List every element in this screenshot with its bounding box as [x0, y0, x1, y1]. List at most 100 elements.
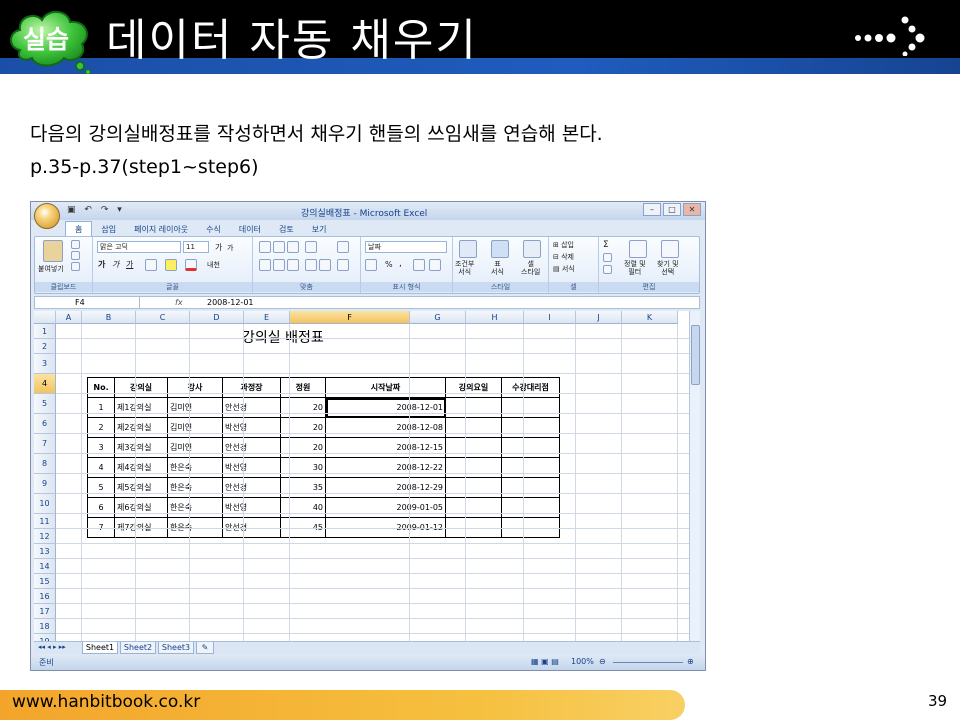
cell-area[interactable]: 강의실 배정표 No.강의실강사과정장정원시작날짜강의요일수강대리점1제1강의실… [56, 324, 689, 641]
table-header-cell[interactable]: 수강대리점 [501, 377, 560, 398]
table-header-cell[interactable]: 시작날짜 [325, 377, 446, 398]
office-button[interactable] [34, 203, 60, 229]
font-name-select[interactable]: 맑은 고딕 [97, 241, 181, 253]
sheet-title-cell[interactable]: 강의실 배정표 [242, 327, 324, 347]
row-header-9[interactable]: 9 [34, 474, 56, 494]
table-cell[interactable] [445, 477, 502, 498]
table-cell[interactable]: 2008-12-22 [325, 457, 446, 478]
table-cell[interactable]: 20 [280, 397, 326, 418]
font-size-select[interactable]: 11 [183, 241, 209, 253]
sort-filter-icon[interactable] [629, 240, 647, 258]
footer-url[interactable]: www.hanbitbook.co.kr [12, 692, 200, 712]
row-header-15[interactable]: 15 [34, 574, 56, 589]
row-header-1[interactable]: 1 [34, 324, 56, 339]
paste-label[interactable]: 붙여넣기 [38, 264, 64, 274]
row-header-2[interactable]: 2 [34, 339, 56, 354]
table-cell[interactable] [445, 397, 502, 418]
table-cell[interactable]: 4 [87, 457, 115, 478]
table-cell[interactable]: 제4강의실 [114, 457, 168, 478]
comma-button[interactable]: , [399, 259, 402, 269]
sheet-tab-3[interactable]: Sheet3 [158, 642, 194, 654]
table-cell[interactable] [445, 417, 502, 438]
column-header-f[interactable]: F [290, 311, 410, 324]
sort-filter-label[interactable]: 정렬 및 필터 [624, 260, 646, 276]
align-right-icon[interactable] [287, 259, 299, 271]
sheet-tab-1[interactable]: Sheet1 [82, 642, 118, 654]
wrap-text-icon[interactable] [337, 241, 349, 253]
tab-page-layout[interactable]: 페이지 레이아웃 [125, 222, 197, 237]
percent-button[interactable]: % [385, 260, 393, 269]
table-cell[interactable]: 한은숙 [167, 457, 223, 478]
table-cell[interactable]: 2008-12-29 [325, 477, 446, 498]
currency-icon[interactable] [365, 259, 377, 271]
table-header-cell[interactable]: 강의요일 [445, 377, 502, 398]
table-cell[interactable]: 안선경 [222, 437, 281, 458]
align-left-icon[interactable] [259, 259, 271, 271]
tab-review[interactable]: 검토 [270, 222, 303, 237]
table-cell[interactable] [445, 497, 502, 518]
zoom-level[interactable]: 100% [571, 657, 594, 666]
table-header-cell[interactable]: 강사 [167, 377, 223, 398]
format-cells-button[interactable]: ▤ 서식 [553, 264, 575, 274]
decrease-indent-icon[interactable] [305, 259, 317, 271]
table-cell[interactable]: 제6강의실 [114, 497, 168, 518]
find-select-icon[interactable] [661, 240, 679, 258]
table-cell[interactable]: 김미연 [167, 397, 223, 418]
column-header-d[interactable]: D [190, 311, 244, 324]
table-cell[interactable]: 20 [280, 417, 326, 438]
increase-indent-icon[interactable] [319, 259, 331, 271]
table-cell[interactable]: 한은숙 [167, 497, 223, 518]
table-cell[interactable]: 3 [87, 437, 115, 458]
table-cell[interactable]: 김미연 [167, 437, 223, 458]
align-middle-icon[interactable] [273, 241, 285, 253]
paste-icon[interactable] [43, 240, 63, 262]
column-header-e[interactable]: E [244, 311, 290, 324]
tab-data[interactable]: 데이터 [230, 222, 270, 237]
conditional-format-label[interactable]: 조건부 서식 [455, 260, 474, 276]
undo-icon[interactable]: ↶ [84, 205, 92, 215]
row-header-18[interactable]: 18 [34, 619, 56, 634]
align-center-icon[interactable] [273, 259, 285, 271]
row-header-4[interactable]: 4 [34, 374, 56, 394]
row-header-14[interactable]: 14 [34, 559, 56, 574]
save-icon[interactable]: ▣ [67, 205, 76, 215]
tab-insert[interactable]: 삽입 [92, 222, 125, 237]
italic-button[interactable]: 가 [112, 259, 119, 270]
table-cell[interactable] [501, 417, 560, 438]
table-cell[interactable]: 2009-01-05 [325, 497, 446, 518]
underline-button[interactable]: 가 [126, 259, 133, 270]
table-cell[interactable]: 2008-12-08 [325, 417, 446, 438]
cut-icon[interactable] [71, 240, 80, 249]
column-header-c[interactable]: C [136, 311, 190, 324]
name-box[interactable]: F4 [35, 297, 140, 308]
column-header-j[interactable]: J [576, 311, 622, 324]
tab-view[interactable]: 보기 [303, 222, 336, 237]
table-cell[interactable] [501, 457, 560, 478]
bold-button[interactable]: 가 [98, 259, 105, 270]
row-header-8[interactable]: 8 [34, 454, 56, 474]
fill-color-icon[interactable] [165, 259, 177, 271]
table-cell[interactable] [445, 457, 502, 478]
table-cell[interactable] [501, 477, 560, 498]
format-table-label[interactable]: 표 서식 [491, 260, 504, 276]
table-cell[interactable]: 박선영 [222, 417, 281, 438]
sheet-nav-icon[interactable]: ◂◂ ◂ ▸ ▸▸ [38, 643, 66, 651]
column-header-a[interactable]: A [56, 311, 82, 324]
table-cell[interactable]: 제3강의실 [114, 437, 168, 458]
table-cell[interactable]: 제1강의실 [114, 397, 168, 418]
table-cell[interactable]: 1 [87, 397, 115, 418]
row-header-5[interactable]: 5 [34, 394, 56, 414]
font-color-icon[interactable] [185, 259, 197, 271]
column-header-k[interactable]: K [622, 311, 678, 324]
view-buttons-icon[interactable]: ▦ ▣ ▤ [531, 657, 559, 666]
column-header-g[interactable]: G [410, 311, 466, 324]
table-cell[interactable]: 35 [280, 477, 326, 498]
row-header-12[interactable]: 12 [34, 529, 56, 544]
row-header-7[interactable]: 7 [34, 434, 56, 454]
format-table-icon[interactable] [491, 240, 509, 258]
column-header-h[interactable]: H [466, 311, 524, 324]
maximize-button[interactable]: □ [663, 203, 681, 216]
table-cell[interactable]: 박선영 [222, 497, 281, 518]
zoom-in-icon[interactable]: ⊕ [687, 657, 694, 666]
column-header-i[interactable]: I [524, 311, 576, 324]
